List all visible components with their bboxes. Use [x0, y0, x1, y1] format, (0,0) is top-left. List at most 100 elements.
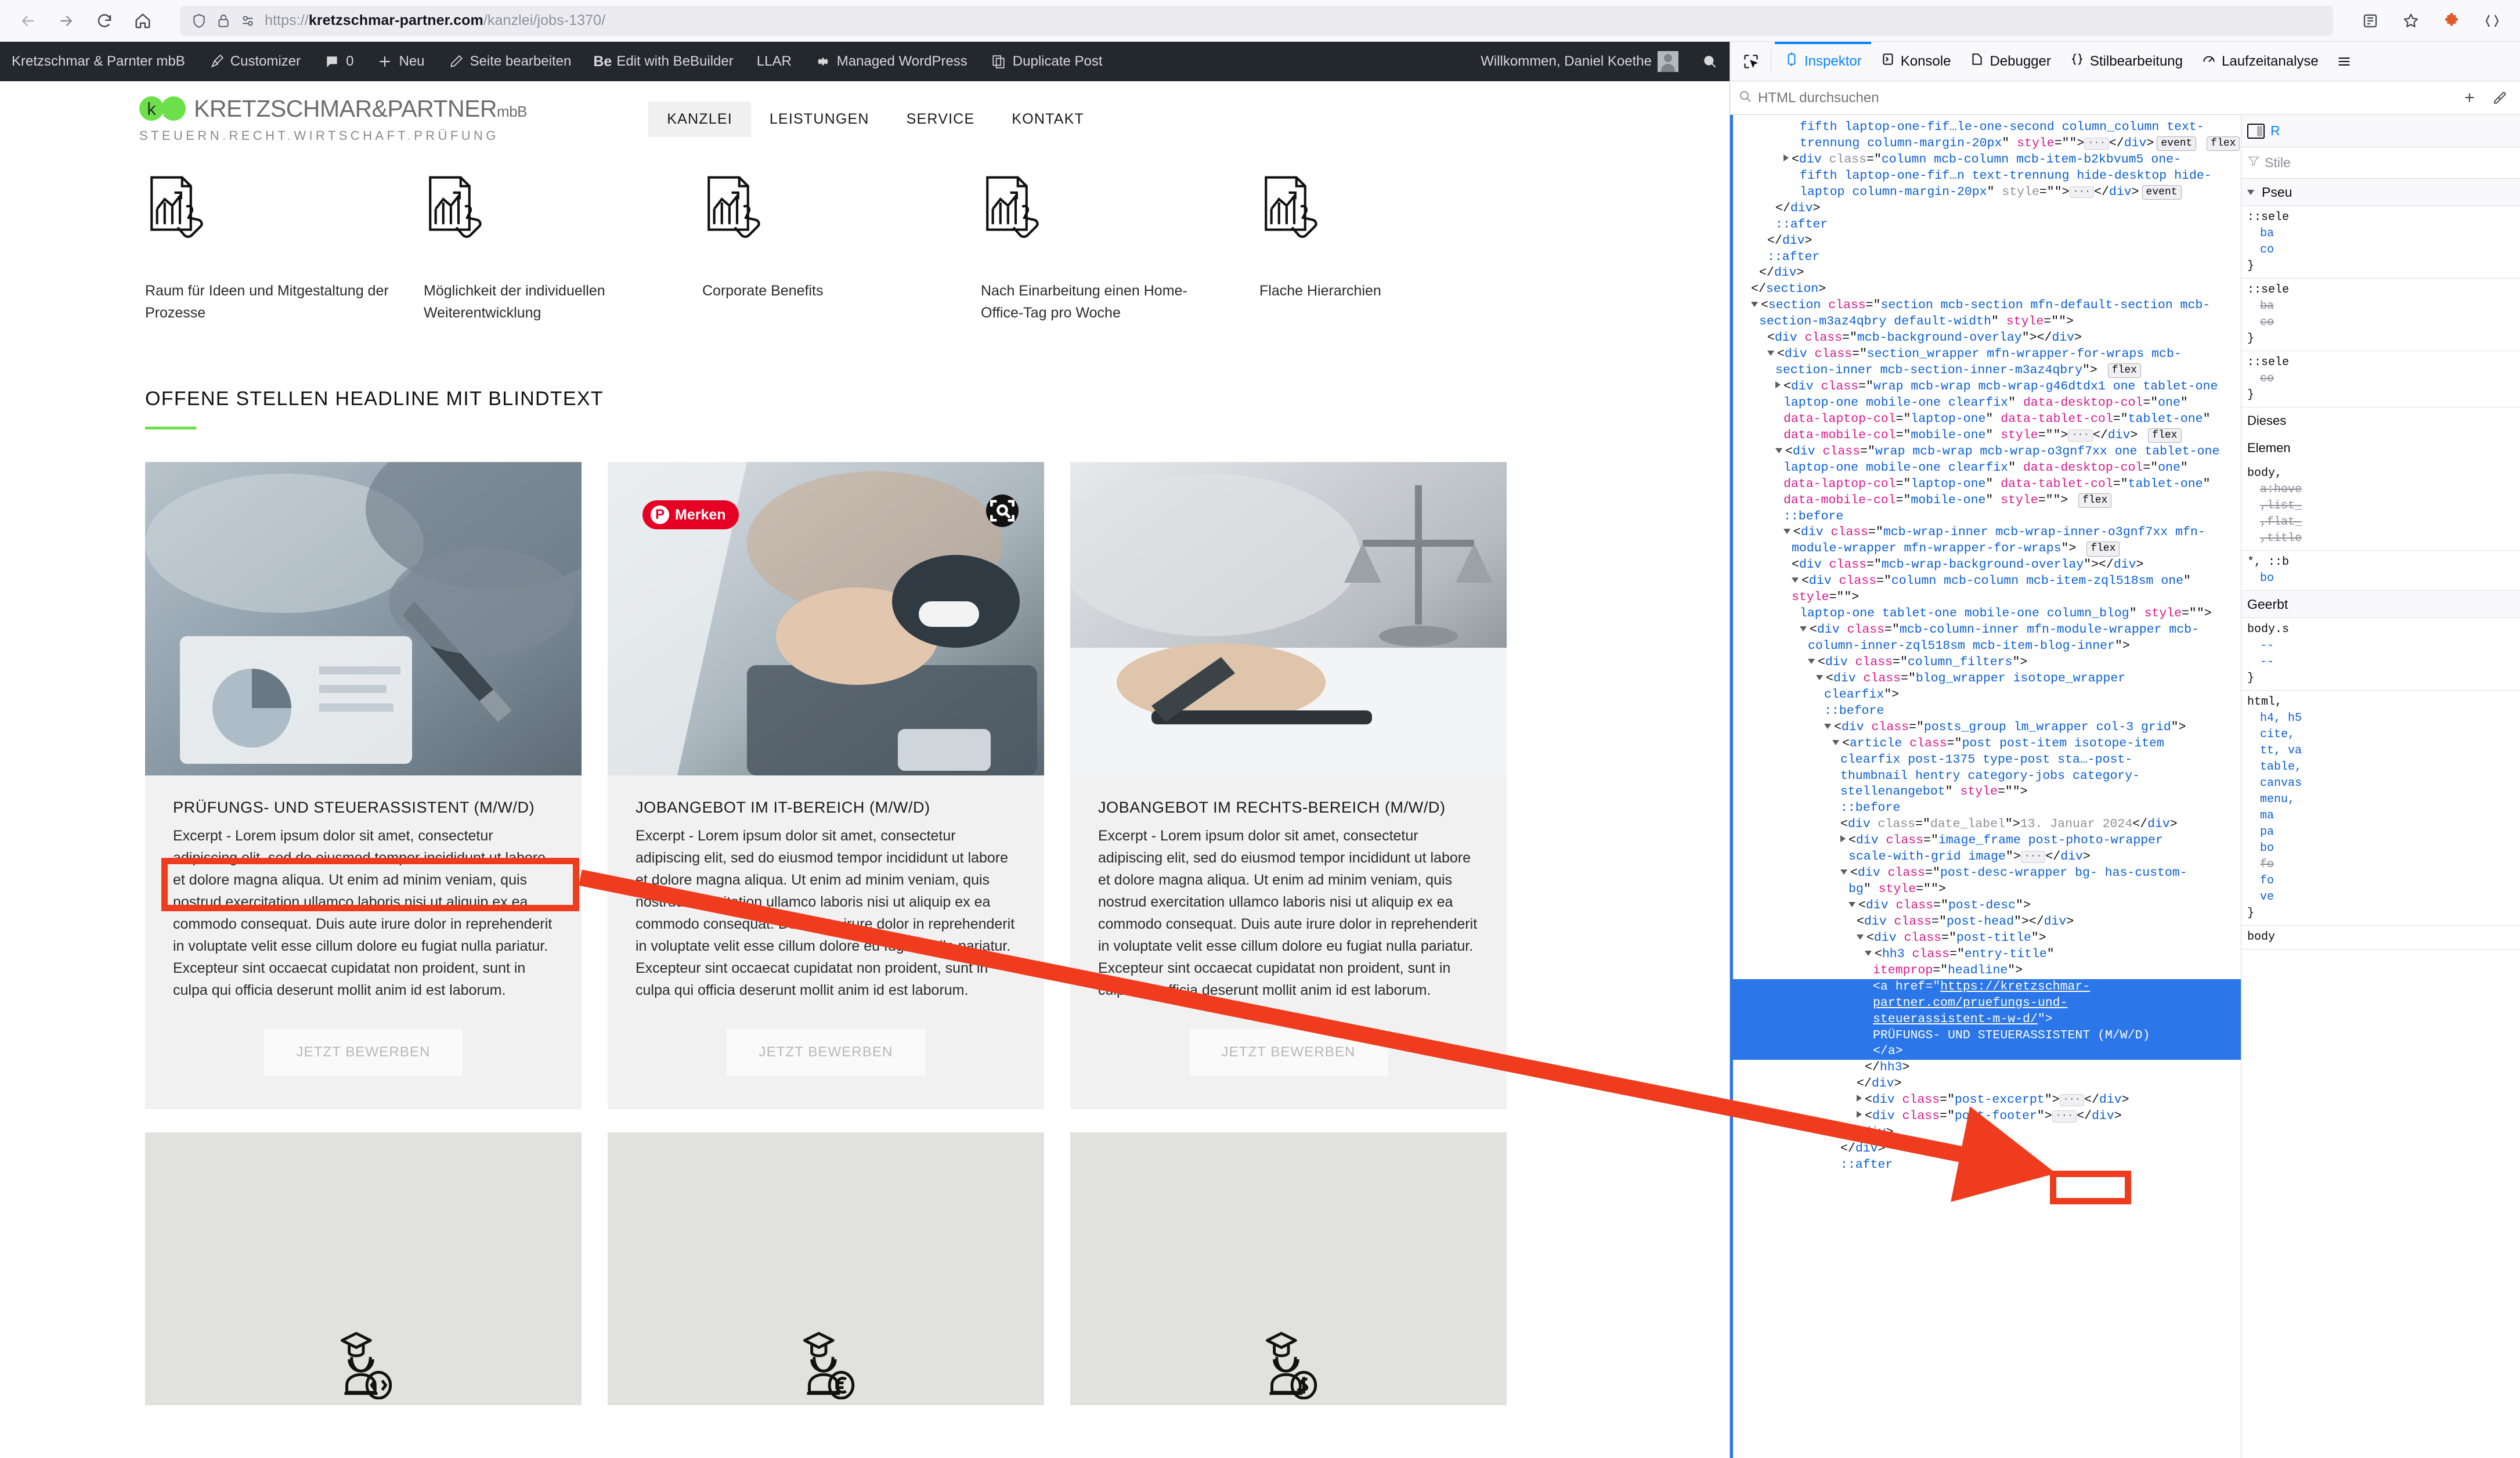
css-rule-block[interactable]: html, h4, h5 cite, tt, va table, canvas …: [2241, 691, 2520, 926]
dom-node[interactable]: bg" style="">: [1730, 882, 2241, 898]
nav-item-kanzlei[interactable]: KANZLEI: [648, 101, 751, 137]
css-selector-part[interactable]: cite,: [2247, 727, 2514, 743]
reload-icon[interactable]: [87, 3, 122, 38]
dom-tree-scrollbar[interactable]: [1730, 115, 1733, 1458]
dom-node[interactable]: <article class="post post-item isotope-i…: [1730, 736, 2241, 752]
devtools-icon[interactable]: [2475, 3, 2510, 38]
adminbar-item-duplicate-post[interactable]: Duplicate Post: [979, 42, 1114, 81]
dom-node[interactable]: <div class="column mcb-column mcb-item-z…: [1730, 573, 2241, 606]
css-property[interactable]: ve: [2247, 889, 2514, 905]
css-selector-part[interactable]: ,list_: [2247, 498, 2514, 514]
panel-toggle-icon[interactable]: [2247, 123, 2265, 139]
css-selector-part[interactable]: tt, va: [2247, 743, 2514, 759]
tab-inspektor[interactable]: Inspektor: [1775, 42, 1871, 81]
dom-node[interactable]: <section class="section mcb-section mfn-…: [1730, 298, 2241, 314]
adminbar-search[interactable]: [1690, 42, 1730, 81]
css-rule-block[interactable]: body.s -- -- }: [2241, 618, 2520, 691]
dom-node[interactable]: <div class="posts_group lm_wrapper col-3…: [1730, 720, 2241, 736]
css-selector-part[interactable]: a:hove: [2247, 482, 2514, 498]
dom-node[interactable]: <div class="mcb-column-inner mfn-module-…: [1730, 622, 2241, 638]
css-selector[interactable]: ::sele: [2247, 283, 2289, 297]
css-property[interactable]: co: [2247, 242, 2514, 258]
dom-node[interactable]: </hh3>: [1730, 1060, 2241, 1076]
post-card-placeholder[interactable]: [608, 1132, 1044, 1406]
css-selector[interactable]: ::sele: [2247, 211, 2289, 224]
css-property[interactable]: ma: [2247, 808, 2514, 824]
css-variable[interactable]: --: [2247, 638, 2514, 654]
apply-button[interactable]: JETZT BEWERBEN: [263, 1029, 463, 1076]
dom-node[interactable]: <div class="date_label">13. Januar 2024<…: [1730, 817, 2241, 833]
site-logo[interactable]: KRETZSCHMAR&PARTNERmbB STEUERN.RECHT.WIR…: [139, 95, 528, 143]
dom-node[interactable]: fifth laptop-one-fif…le-one-second colum…: [1730, 120, 2241, 136]
post-thumbnail[interactable]: [145, 462, 582, 775]
dom-node[interactable]: <div class="section_wrapper mfn-wrapper-…: [1730, 347, 2241, 363]
css-selector[interactable]: ::sele: [2247, 356, 2289, 369]
adminbar-item-managed-wordpress[interactable]: Managed WordPress: [803, 42, 979, 81]
adminbar-site-name[interactable]: Kretzschmar & Parnter mbB: [0, 42, 197, 81]
dom-node[interactable]: laptop-one tablet-one mobile-one column_…: [1730, 606, 2241, 622]
dom-node[interactable]: clearfix">: [1730, 687, 2241, 703]
css-selector-part[interactable]: ,title: [2247, 530, 2514, 547]
adminbar-item-customizer[interactable]: Customizer: [197, 42, 312, 81]
apply-button[interactable]: JETZT BEWERBEN: [1189, 1029, 1388, 1076]
padlock-icon[interactable]: [216, 13, 231, 28]
element-picker-icon[interactable]: [1735, 42, 1767, 81]
adminbar-account[interactable]: Willkommen, Daniel Koethe: [1469, 42, 1690, 81]
css-property-overridden[interactable]: co: [2247, 371, 2514, 387]
css-property[interactable]: pa: [2247, 824, 2514, 840]
extension-icon[interactable]: [2434, 3, 2469, 38]
dom-node[interactable]: </div>: [1730, 233, 2241, 250]
css-property-overridden[interactable]: ba: [2247, 298, 2514, 315]
tab-laufzeitanalyse[interactable]: Laufzeitanalyse: [2192, 42, 2328, 81]
shield-icon[interactable]: [192, 13, 207, 28]
eyedropper-icon[interactable]: [2487, 91, 2512, 106]
dom-node[interactable]: <div class="post-head"></div>: [1730, 914, 2241, 930]
post-card[interactable]: PRÜFUNGS- UND STEUERASSISTENT (M/W/D) Ex…: [145, 462, 582, 1110]
dom-node[interactable]: data-laptop-col="laptop-one" data-tablet…: [1730, 477, 2241, 493]
dom-node-selected[interactable]: PRÜFUNGS- UND STEUERASSISTENT (M/W/D): [1730, 1027, 2241, 1044]
post-card[interactable]: P Merken JOBANGEBOT IM IT-BEREICH (M/W/D…: [608, 462, 1044, 1110]
network-icon[interactable]: [2328, 42, 2360, 81]
dom-node[interactable]: <div class="post-footer"> ··· </div>: [1730, 1109, 2241, 1125]
css-rules-pane[interactable]: R Stile Pseu ::sele ba co } ::sele ba co…: [2241, 115, 2520, 1458]
home-icon[interactable]: [125, 3, 160, 38]
dom-node[interactable]: laptop column-margin-20px" style=""> ··· <…: [1730, 185, 2241, 201]
search-input[interactable]: [1758, 89, 2452, 106]
dom-node[interactable]: ::before: [1730, 703, 2241, 720]
visual-search-lens-icon[interactable]: [986, 495, 1019, 527]
dom-node[interactable]: <div class="column_filters">: [1730, 655, 2241, 671]
dom-node[interactable]: data-mobile-col="mobile-one" style=""> ··…: [1730, 428, 2241, 444]
css-selector-part[interactable]: h4, h5: [2247, 710, 2514, 727]
css-rule-block[interactable]: body, a:hove ,list_ ,flat_ ,title: [2241, 462, 2520, 551]
dom-node[interactable]: <hh3 class="entry-title": [1730, 947, 2241, 963]
dom-node[interactable]: <div class="column mcb-column mcb-item-b…: [1730, 152, 2241, 168]
dom-node[interactable]: ::after: [1730, 250, 2241, 266]
css-property[interactable]: bo: [2247, 840, 2514, 857]
dom-node-selected[interactable]: partner.com/pruefungs-und-: [1730, 995, 2241, 1012]
rules-tab-label[interactable]: R: [2270, 121, 2280, 140]
dom-node[interactable]: <div class="wrap mcb-wrap mcb-wrap-o3gnf…: [1730, 444, 2241, 460]
dom-node[interactable]: <div class="wrap mcb-wrap mcb-wrap-g46dt…: [1730, 379, 2241, 395]
css-selector[interactable]: *, ::b: [2247, 555, 2289, 569]
post-thumbnail[interactable]: [1070, 462, 1507, 775]
nav-item-service[interactable]: SERVICE: [888, 102, 994, 137]
post-thumbnail[interactable]: P Merken: [608, 462, 1044, 775]
adminbar-item-edit-page[interactable]: Seite bearbeiten: [436, 42, 583, 81]
devtools-html-search[interactable]: +: [1730, 81, 2520, 115]
dom-node[interactable]: </div>: [1730, 201, 2241, 217]
dom-node[interactable]: trennung column-margin-20px" style=""> ··…: [1730, 136, 2241, 152]
dom-node[interactable]: module-wrapper mfn-wrapper-for-wraps"> f…: [1730, 541, 2241, 557]
dom-node[interactable]: <div class="mcb-background-overlay"></di…: [1730, 330, 2241, 347]
dom-node[interactable]: ::after: [1730, 1157, 2241, 1174]
post-card[interactable]: JOBANGEBOT IM RECHTS-BEREICH (M/W/D) Exc…: [1070, 462, 1507, 1110]
css-property[interactable]: bo: [2247, 571, 2514, 587]
nav-item-kontakt[interactable]: KONTAKT: [993, 102, 1103, 137]
post-title[interactable]: JOBANGEBOT IM IT-BEREICH (M/W/D): [636, 797, 1016, 818]
dom-node[interactable]: <div class="post-desc-wrapper bg- has-cu…: [1730, 865, 2241, 882]
tab-debugger[interactable]: Debugger: [1960, 42, 2060, 81]
save-page-icon[interactable]: [2353, 3, 2388, 38]
adminbar-item-bebuilder[interactable]: Be Edit with BeBuilder: [583, 42, 745, 81]
url-text[interactable]: https://kretzschmar-partner.com/kanzlei/…: [265, 12, 605, 29]
css-property-overridden[interactable]: fo: [2247, 857, 2514, 873]
tab-konsole[interactable]: Konsole: [1871, 42, 1961, 81]
